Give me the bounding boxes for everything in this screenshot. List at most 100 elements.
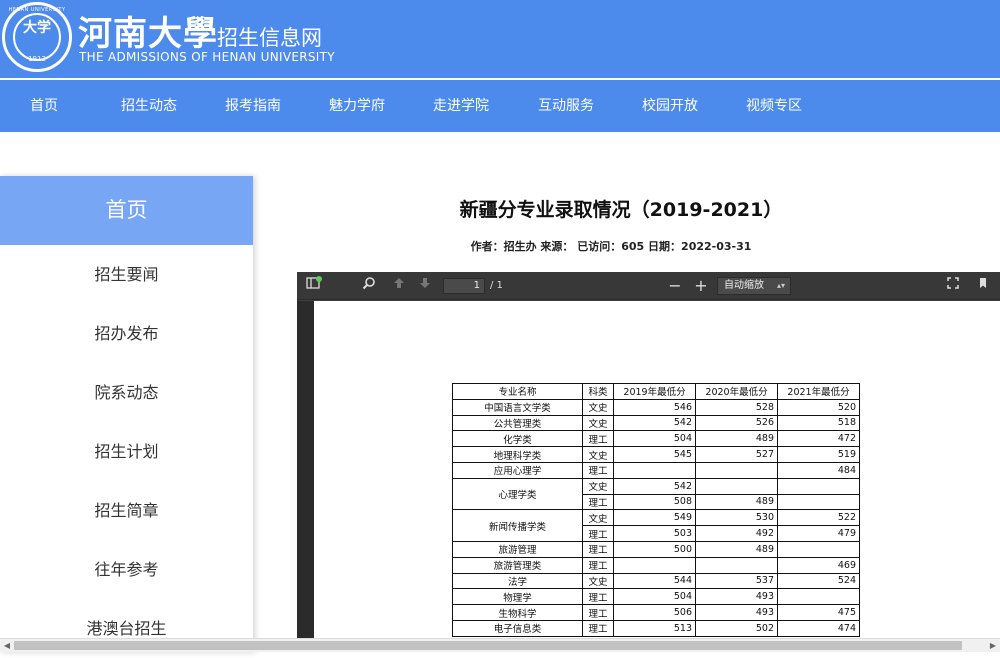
seal-year: 1912	[28, 55, 46, 63]
table-cell: 文史	[582, 509, 614, 527]
table-cell: 542	[613, 477, 696, 495]
zoom-select[interactable]: 自动缩放 ▴▾	[717, 277, 791, 295]
sidebar-item-past-reference[interactable]: 往年参考	[0, 540, 253, 599]
table-cell: 472	[777, 430, 860, 448]
table-cell: 地理科学类	[452, 446, 583, 463]
table-row: 旅游管理 理工 500 489	[452, 540, 860, 558]
table-header-cell: 专业名称	[452, 383, 583, 400]
page-number-input[interactable]: 1	[443, 278, 485, 294]
arrow-up-icon[interactable]	[389, 276, 409, 296]
table-cell: 应用心理学	[452, 461, 583, 479]
sidebar-item-news[interactable]: 招生要闻	[0, 245, 253, 304]
table-cell: 503	[613, 525, 696, 542]
bookmark-icon[interactable]	[973, 276, 993, 296]
table-cell: 475	[777, 604, 860, 621]
table-cell: 524	[777, 572, 860, 590]
table-cell	[777, 540, 860, 558]
table-cell: 484	[777, 461, 860, 479]
sidebar-item-office-release[interactable]: 招办发布	[0, 304, 253, 363]
page-total: / 1	[490, 280, 503, 291]
sidebar-item-plan[interactable]: 招生计划	[0, 422, 253, 481]
table-cell: 492	[695, 525, 778, 542]
table-cell	[695, 556, 778, 574]
nav-item-charm[interactable]: 魅力学府	[329, 80, 385, 132]
table-cell: 489	[695, 430, 778, 448]
table-cell: 理工	[582, 588, 614, 606]
sidebar-item-brochure[interactable]: 招生简章	[0, 481, 253, 540]
table-cell: 502	[695, 619, 778, 637]
table-cell: 469	[777, 556, 860, 574]
table-row: 物理学 理工 504 493	[452, 588, 860, 606]
table-header-cell: 2020年最低分	[695, 383, 778, 400]
table-cell: 文史	[582, 477, 614, 495]
table-cell: 理工	[582, 493, 614, 511]
table-cell: 公共管理类	[452, 414, 583, 432]
table-row: 法学 文史 544 537 524	[452, 572, 860, 590]
table-cell: 544	[613, 572, 696, 590]
nav-item-video[interactable]: 视频专区	[746, 80, 802, 132]
table-cell: 504	[613, 430, 696, 448]
table-cell: 518	[777, 414, 860, 432]
table-cell: 530	[695, 509, 778, 527]
table-cell: 文史	[582, 398, 614, 416]
score-table: 专业名称 科类 2019年最低分 2020年最低分 2021年最低分 中国语言文…	[452, 383, 860, 637]
table-cell: 504	[613, 588, 696, 606]
horizontal-scrollbar[interactable]: ◀ ▶	[0, 638, 1000, 652]
nav-item-guide[interactable]: 报考指南	[225, 80, 281, 132]
search-icon[interactable]	[359, 276, 379, 296]
fullscreen-icon[interactable]	[943, 276, 963, 296]
scroll-left-icon[interactable]: ◀	[0, 639, 14, 653]
table-row: 公共管理类 文史 542 526 518	[452, 414, 860, 432]
table-cell: 549	[613, 509, 696, 527]
table-cell: 心理学类	[452, 477, 583, 511]
table-cell: 文史	[582, 446, 614, 463]
nav-item-admission-news[interactable]: 招生动态	[121, 80, 177, 132]
table-cell: 理工	[582, 604, 614, 621]
table-cell: 旅游管理	[452, 540, 583, 558]
table-cell: 520	[777, 398, 860, 416]
table-cell: 生物科学	[452, 604, 583, 621]
zoom-out-icon[interactable]: −	[665, 276, 685, 296]
scrollbar-thumb[interactable]	[14, 641, 962, 650]
table-header-cell: 2019年最低分	[613, 383, 696, 400]
nav-item-colleges[interactable]: 走进学院	[433, 80, 489, 132]
site-subtitle: 招生信息网	[217, 26, 322, 50]
sidebar: 首页 招生要闻 招办发布 院系动态 招生计划 招生简章 往年参考 港澳台招生	[0, 176, 253, 652]
pdf-page: 专业名称 科类 2019年最低分 2020年最低分 2021年最低分 中国语言文…	[314, 301, 1000, 638]
table-cell: 旅游管理类	[452, 556, 583, 574]
table-cell: 理工	[582, 540, 614, 558]
sidebar-home[interactable]: 首页	[0, 176, 253, 245]
zoom-in-icon[interactable]: +	[691, 276, 711, 296]
table-cell	[613, 556, 696, 574]
table-row: 化学类 理工 504 489 472	[452, 430, 860, 448]
table-row: 旅游管理类 理工 469	[452, 556, 860, 574]
table-row: 电子信息类 理工 513 502 474	[452, 619, 860, 637]
nav-item-interactive[interactable]: 互动服务	[538, 80, 594, 132]
article-title: 新疆分专业录取情况（2019-2021）	[459, 199, 783, 221]
table-cell: 474	[777, 619, 860, 637]
nav-item-home[interactable]: 首页	[30, 80, 58, 132]
site-header: HENAN UNIVERSITY 大学 1912 河南大學 招生信息网 THE …	[0, 0, 1000, 78]
table-cell: 文史	[582, 572, 614, 590]
chevron-updown-icon: ▴▾	[776, 281, 785, 290]
university-seal-logo[interactable]: HENAN UNIVERSITY 大学 1912	[2, 2, 72, 72]
table-cell: 文史	[582, 414, 614, 432]
table-cell: 513	[613, 619, 696, 637]
table-cell: 519	[777, 446, 860, 463]
arrow-down-icon[interactable]	[415, 276, 435, 296]
sidebar-item-department-news[interactable]: 院系动态	[0, 363, 253, 422]
table-cell: 中国语言文学类	[452, 398, 583, 416]
table-cell	[695, 461, 778, 479]
nav-item-campus-open[interactable]: 校园开放	[642, 80, 698, 132]
table-row: 新闻传播学类 文史 549 530 522	[452, 509, 860, 542]
table-cell	[695, 477, 778, 495]
table-cell: 493	[695, 588, 778, 606]
table-cell: 526	[695, 414, 778, 432]
site-name: 河南大學	[78, 14, 218, 54]
table-cell: 新闻传播学类	[452, 509, 583, 542]
table-header-row: 专业名称 科类 2019年最低分 2020年最低分 2021年最低分	[452, 383, 860, 400]
scroll-right-icon[interactable]: ▶	[986, 639, 1000, 653]
table-cell: 500	[613, 540, 696, 558]
table-header-cell: 2021年最低分	[777, 383, 860, 400]
table-cell: 508	[613, 493, 696, 511]
